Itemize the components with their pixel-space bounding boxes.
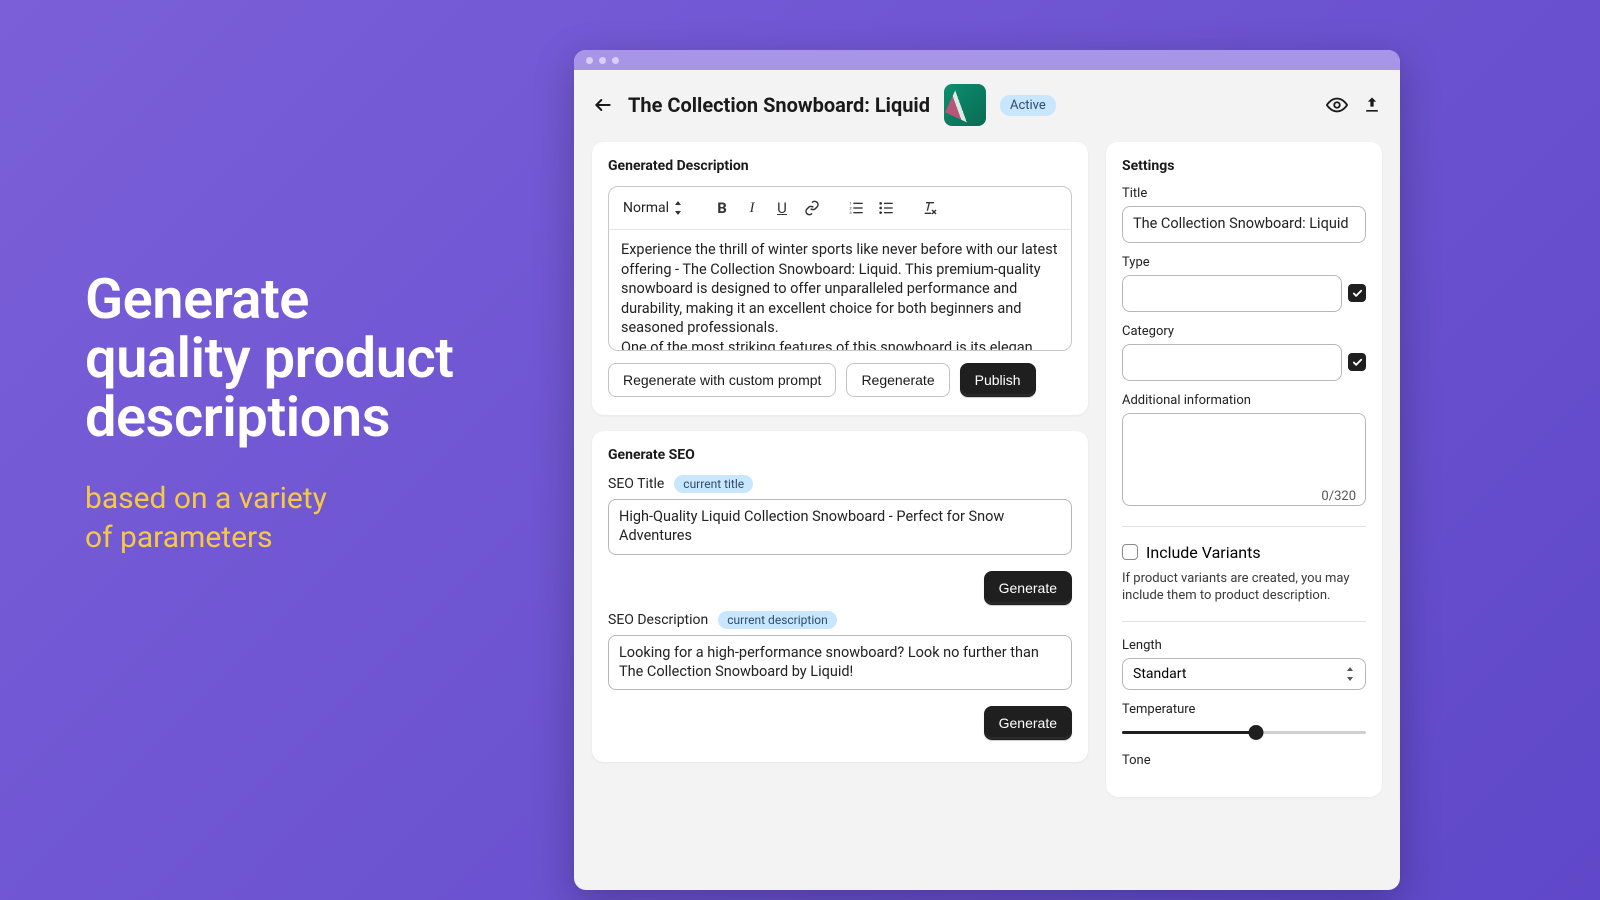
svg-text:3: 3: [849, 210, 851, 215]
generate-seo-title-button[interactable]: Generate: [984, 571, 1072, 605]
title-label: Title: [1122, 186, 1366, 201]
include-variants-label: Include Variants: [1146, 543, 1261, 562]
length-label: Length: [1122, 638, 1366, 653]
category-label: Category: [1122, 324, 1366, 339]
generated-description-card: Generated Description Normal B I U: [592, 142, 1088, 415]
link-icon[interactable]: [799, 195, 825, 221]
share-icon[interactable]: [1362, 95, 1382, 115]
length-select[interactable]: Standart: [1122, 658, 1366, 690]
back-arrow-icon[interactable]: [592, 94, 614, 116]
publish-button[interactable]: Publish: [960, 363, 1036, 397]
variants-hint: If product variants are created, you may…: [1122, 570, 1366, 605]
regenerate-button[interactable]: Regenerate: [846, 363, 949, 397]
type-label: Type: [1122, 255, 1366, 270]
card-title: Settings: [1122, 158, 1366, 174]
divider: [1122, 526, 1366, 527]
card-title: Generate SEO: [608, 447, 1072, 463]
chevron-updown-icon: [1345, 667, 1355, 681]
traffic-light-max[interactable]: [612, 57, 619, 64]
traffic-light-min[interactable]: [599, 57, 606, 64]
bold-icon[interactable]: B: [709, 195, 735, 221]
ordered-list-icon[interactable]: 123: [843, 195, 869, 221]
category-input[interactable]: [1122, 344, 1342, 381]
type-check-icon[interactable]: [1348, 284, 1366, 302]
preview-icon[interactable]: [1326, 94, 1348, 116]
tone-label: Tone: [1122, 753, 1366, 768]
italic-icon[interactable]: I: [739, 195, 765, 221]
seo-title-input[interactable]: [608, 499, 1072, 555]
clear-format-icon[interactable]: [917, 195, 943, 221]
description-textarea[interactable]: Experience the thrill of winter sports l…: [609, 230, 1071, 350]
bullet-list-icon[interactable]: [873, 195, 899, 221]
editor-toolbar: Normal B I U 123: [609, 187, 1071, 230]
divider: [1122, 621, 1366, 622]
temperature-label: Temperature: [1122, 702, 1366, 717]
settings-card: Settings Title Type Category: [1106, 142, 1382, 797]
checkbox-icon: [1122, 544, 1138, 560]
page-header: The Collection Snowboard: Liquid Active: [592, 84, 1382, 126]
category-check-icon[interactable]: [1348, 353, 1366, 371]
seo-description-input[interactable]: [608, 635, 1072, 691]
marketing-subline: based on a variety of parameters: [85, 480, 545, 557]
seo-description-chip: current description: [718, 611, 836, 629]
type-input[interactable]: [1122, 275, 1342, 312]
status-badge: Active: [1000, 95, 1056, 116]
traffic-light-close[interactable]: [586, 57, 593, 64]
card-title: Generated Description: [608, 158, 1072, 174]
format-selector[interactable]: Normal: [619, 198, 687, 218]
generate-seo-card: Generate SEO SEO Title current title Gen…: [592, 431, 1088, 762]
marketing-copy: Generate quality product descriptions ba…: [85, 270, 545, 557]
char-counter: 0/320: [1321, 489, 1356, 504]
marketing-headline: Generate quality product descriptions: [85, 270, 545, 446]
product-thumbnail[interactable]: [944, 84, 986, 126]
title-input[interactable]: [1122, 206, 1366, 243]
window-titlebar: [574, 50, 1400, 70]
seo-description-label: SEO Description: [608, 612, 708, 628]
temperature-slider[interactable]: [1122, 723, 1366, 741]
app-window: The Collection Snowboard: Liquid Active …: [574, 50, 1400, 890]
underline-icon[interactable]: U: [769, 195, 795, 221]
additional-info-label: Additional information: [1122, 393, 1366, 408]
rich-text-editor: Normal B I U 123: [608, 186, 1072, 351]
page-title: The Collection Snowboard: Liquid: [628, 93, 930, 117]
seo-title-chip: current title: [674, 475, 753, 493]
regenerate-custom-button[interactable]: Regenerate with custom prompt: [608, 363, 836, 397]
seo-title-label: SEO Title: [608, 476, 664, 492]
generate-seo-description-button[interactable]: Generate: [984, 706, 1072, 740]
include-variants-checkbox[interactable]: Include Variants: [1122, 543, 1366, 562]
